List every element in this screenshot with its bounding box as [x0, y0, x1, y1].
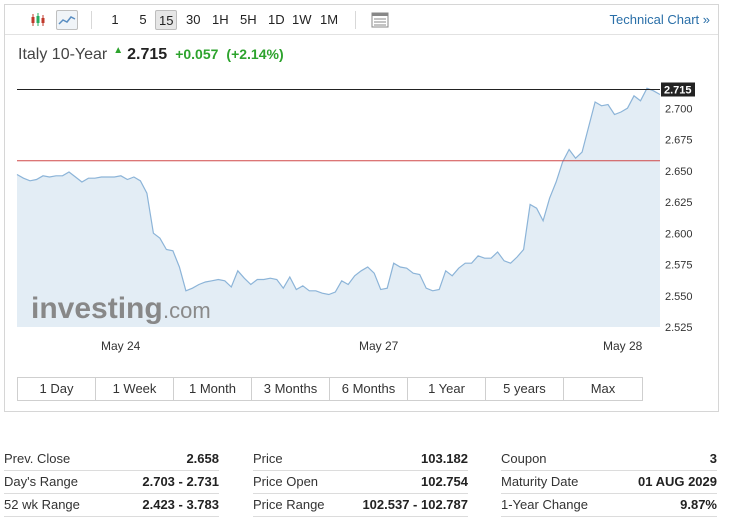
- stats-column-2: Price 103.182 Price Open 102.754 Price Range…: [253, 448, 468, 517]
- stats-column-3: Coupon 3 Maturity Date 01 AUG 2029 1-Year Ch…: [501, 448, 717, 517]
- stat-label: Coupon: [501, 451, 547, 466]
- watermark-logo: investing: [31, 292, 163, 325]
- stat-row: 1-Year Change 9.87%: [501, 494, 717, 517]
- stat-value: 2.658: [186, 451, 219, 466]
- stat-row: 52 wk Range 2.423 - 3.783: [4, 494, 219, 517]
- chart-panel: 1 5 15 30 1H 5H 1D 1W 1M Technical Chart » Italy…: [4, 4, 719, 412]
- range-button[interactable]: 1 Day: [18, 378, 96, 400]
- range-button[interactable]: 1 Year: [408, 378, 486, 400]
- x-tick-label: May 28: [603, 339, 643, 353]
- stat-row: Prev. Close 2.658: [4, 448, 219, 471]
- range-button[interactable]: 1 Week: [96, 378, 174, 400]
- y-tick-label: 2.600: [665, 228, 693, 240]
- stat-label: Price Range: [253, 497, 325, 512]
- watermark-logo: .com: [163, 298, 211, 323]
- range-selector: 1 Day 1 Week 1 Month 3 Months 6 Months 1 Year…: [17, 377, 643, 401]
- range-button[interactable]: 3 Months: [252, 378, 330, 400]
- stat-value: 3: [709, 451, 717, 466]
- stat-label: 52 wk Range: [4, 497, 80, 512]
- stat-label: Prev. Close: [4, 451, 71, 466]
- x-tick-label: May 27: [359, 339, 399, 353]
- stat-row: Price Open 102.754: [253, 471, 468, 494]
- stat-value: 2.703 - 2.731: [142, 474, 219, 489]
- range-button[interactable]: 1 Month: [174, 378, 252, 400]
- stat-row: Price Range 102.537 - 102.787: [253, 494, 468, 517]
- y-tick-label: 2.650: [665, 166, 693, 178]
- y-tick-label: 2.700: [665, 103, 693, 115]
- stat-value: 102.537 - 102.787: [362, 497, 468, 512]
- range-button[interactable]: 5 years: [486, 378, 564, 400]
- stat-row: Maturity Date 01 AUG 2029: [501, 471, 717, 494]
- stat-label: 1-Year Change: [501, 497, 588, 512]
- price-chart[interactable]: investing .com 2.700 2.675 2.650 2.625 2.600 2.…: [5, 5, 718, 411]
- stat-label: Price Open: [253, 474, 319, 489]
- y-tick-label: 2.525: [665, 322, 693, 334]
- stat-value: 9.87%: [680, 497, 717, 512]
- y-tick-label: 2.575: [665, 260, 693, 272]
- x-tick-label: May 24: [101, 339, 141, 353]
- stat-value: 2.423 - 3.783: [142, 497, 219, 512]
- range-button[interactable]: 6 Months: [330, 378, 408, 400]
- y-tick-label: 2.625: [665, 197, 693, 209]
- stat-label: Price: [253, 451, 283, 466]
- stat-row: Day's Range 2.703 - 2.731: [4, 471, 219, 494]
- y-tick-label: 2.675: [665, 135, 693, 147]
- stat-row: Coupon 3: [501, 448, 717, 471]
- y-tick-label: 2.550: [665, 291, 693, 303]
- stat-label: Maturity Date: [501, 474, 579, 489]
- stats-column-1: Prev. Close 2.658 Day's Range 2.703 - 2.731…: [4, 448, 219, 517]
- stat-value: 103.182: [421, 451, 468, 466]
- stat-row: Price 103.182: [253, 448, 468, 471]
- stat-label: Day's Range: [4, 474, 79, 489]
- range-button[interactable]: Max: [564, 378, 642, 400]
- stat-value: 01 AUG 2029: [637, 474, 717, 489]
- current-price-tag-label: 2.715: [664, 85, 692, 97]
- stat-value: 102.754: [421, 474, 468, 489]
